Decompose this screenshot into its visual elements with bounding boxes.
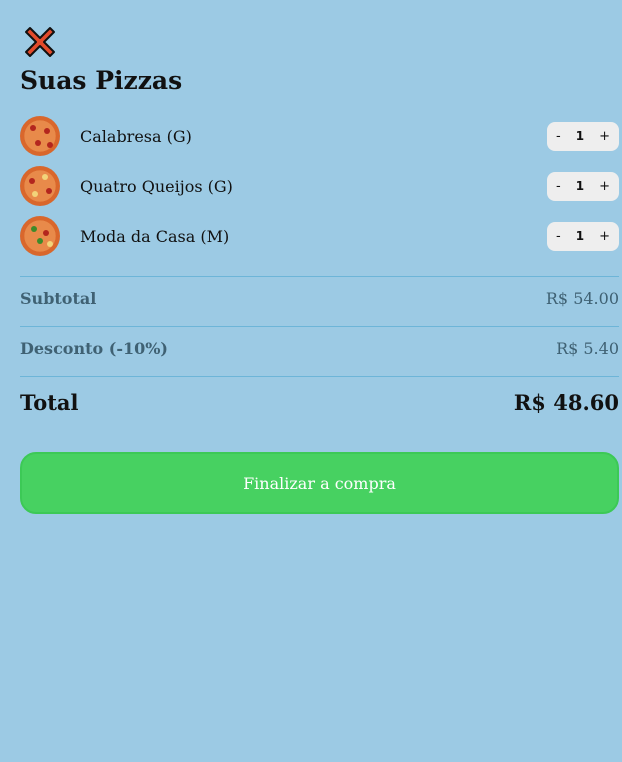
cart-item: Quatro Queijos (G) - 1 + (20, 166, 619, 206)
subtotal-value: R$ 54.00 (545, 289, 619, 308)
discount-label: Desconto (-10%) (20, 339, 168, 358)
checkout-button[interactable]: Finalizar a compra (20, 452, 619, 514)
cart-item: Calabresa (G) - 1 + (20, 116, 619, 156)
quantity-value: 1 (575, 129, 585, 143)
close-x-icon (25, 27, 55, 57)
divider (20, 276, 619, 277)
pizza-moda-da-casa-image (20, 216, 60, 256)
decrease-button[interactable]: - (556, 179, 561, 194)
total-row: Total R$ 48.60 (20, 390, 619, 415)
increase-button[interactable]: + (599, 129, 610, 144)
discount-value: R$ 5.40 (556, 339, 619, 358)
increase-button[interactable]: + (599, 179, 610, 194)
cart-item: Moda da Casa (M) - 1 + (20, 216, 619, 256)
pizza-calabresa-image (20, 116, 60, 156)
cart-item-name: Calabresa (G) (80, 126, 192, 146)
quantity-stepper: - 1 + (547, 221, 619, 251)
cart-item-name: Moda da Casa (M) (80, 226, 230, 246)
quantity-value: 1 (575, 179, 585, 193)
discount-row: Desconto (-10%) R$ 5.40 (20, 339, 619, 358)
quantity-stepper: - 1 + (547, 121, 619, 151)
divider (20, 376, 619, 377)
close-button[interactable] (20, 22, 60, 62)
quantity-stepper: - 1 + (547, 171, 619, 201)
subtotal-row: Subtotal R$ 54.00 (20, 289, 619, 308)
divider (20, 326, 619, 327)
cart-items-list: Calabresa (G) - 1 + Quatro Queijos (G) -… (20, 116, 619, 266)
total-value: R$ 48.60 (513, 390, 619, 415)
total-label: Total (20, 390, 79, 415)
increase-button[interactable]: + (599, 229, 610, 244)
decrease-button[interactable]: - (556, 229, 561, 244)
page-title: Suas Pizzas (20, 66, 183, 95)
quantity-value: 1 (575, 229, 585, 243)
decrease-button[interactable]: - (556, 129, 561, 144)
cart-item-name: Quatro Queijos (G) (80, 176, 233, 196)
subtotal-label: Subtotal (20, 289, 97, 308)
pizza-quatro-queijos-image (20, 166, 60, 206)
